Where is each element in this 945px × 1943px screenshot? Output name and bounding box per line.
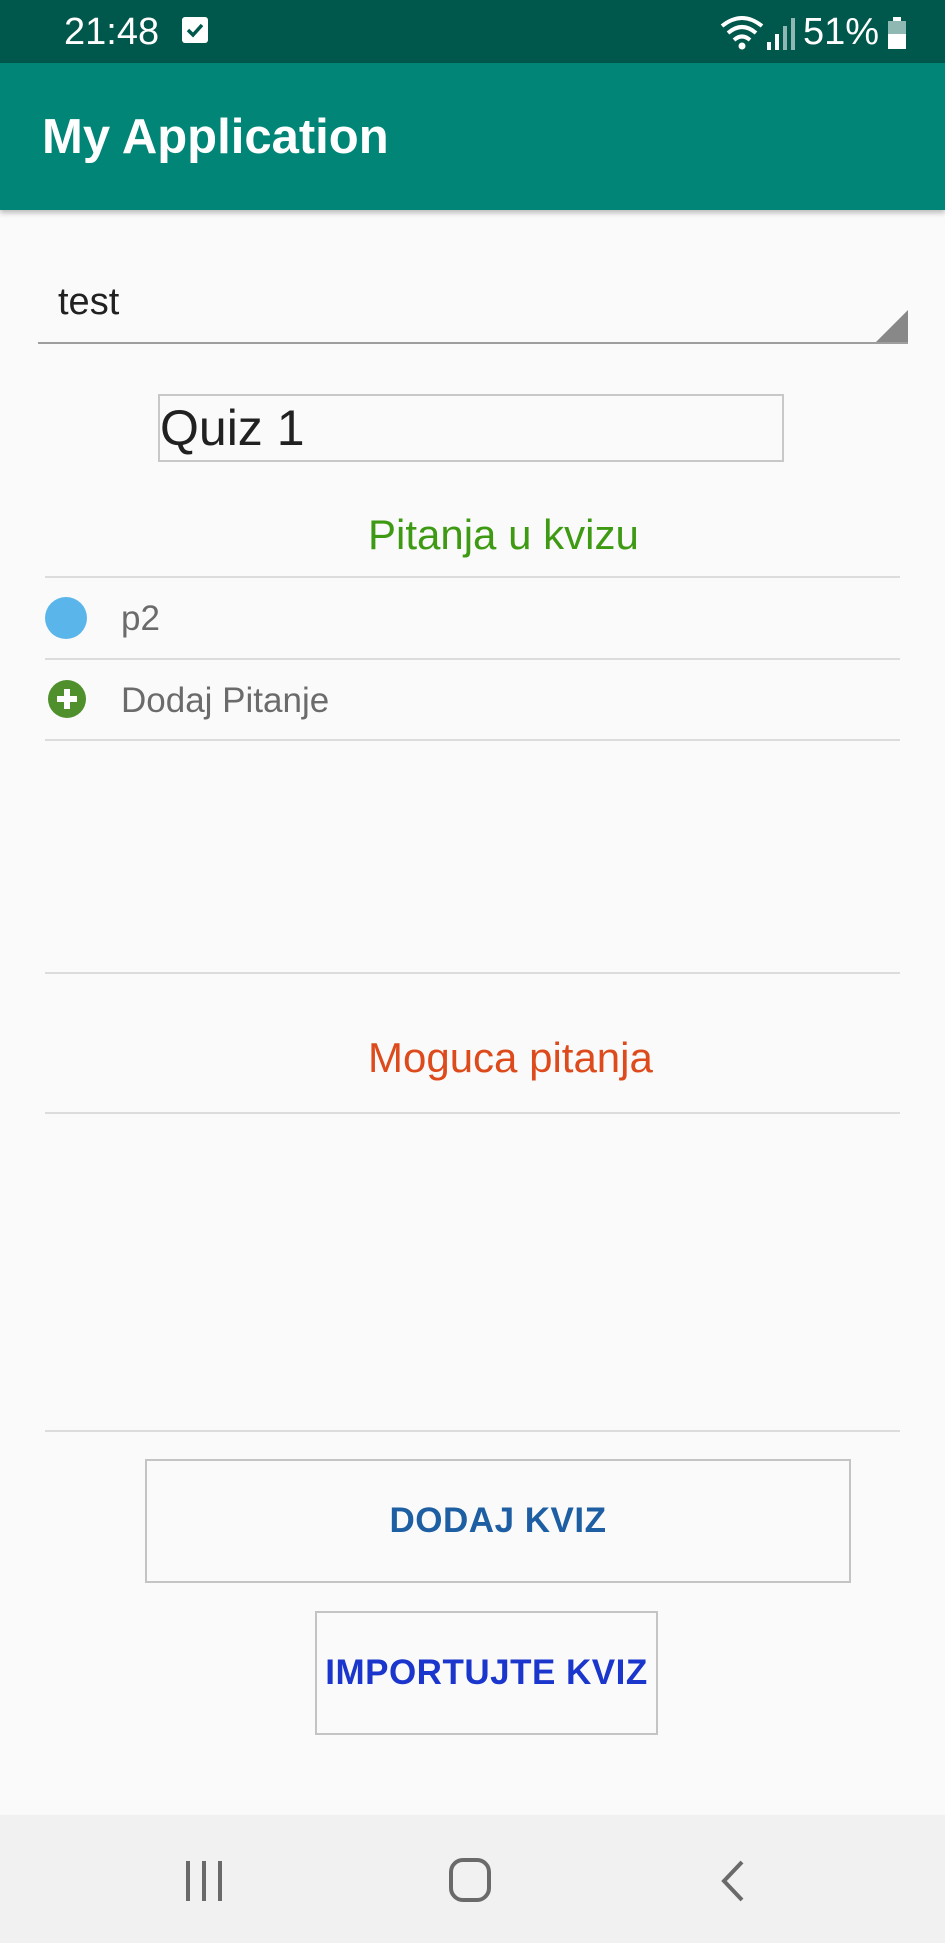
import-quiz-button[interactable]: IMPORTUJTE KVIZ	[315, 1611, 658, 1735]
app-bar: My Application	[0, 63, 945, 210]
divider	[45, 576, 900, 578]
signal-icon	[767, 16, 795, 55]
battery-percent: 51%	[803, 11, 880, 53]
question-label: p2	[121, 599, 160, 638]
dropdown-arrow-icon	[876, 310, 908, 342]
list-item[interactable]: p2	[45, 579, 900, 659]
recent-apps-icon[interactable]	[184, 1859, 224, 1908]
navigation-bar	[0, 1815, 945, 1943]
home-icon[interactable]	[448, 1857, 492, 1908]
possible-questions-title: Moguca pitanja	[368, 1034, 653, 1081]
wifi-icon	[720, 14, 764, 55]
check-square-icon	[182, 17, 208, 43]
battery-icon	[887, 17, 906, 49]
divider	[45, 1112, 900, 1114]
blue-dot-icon	[45, 597, 87, 639]
divider	[45, 972, 900, 974]
quiz-name-field[interactable]: Quiz 1	[158, 394, 784, 462]
divider	[45, 658, 900, 660]
back-icon[interactable]	[718, 1859, 748, 1908]
add-question-label: Dodaj Pitanje	[121, 681, 330, 720]
category-spinner[interactable]: test	[38, 270, 908, 344]
plus-circle-icon	[47, 679, 87, 724]
spinner-selected-value: test	[58, 281, 120, 323]
quiz-name-value: Quiz 1	[160, 400, 305, 456]
divider	[45, 739, 900, 741]
status-time: 21:48	[64, 11, 160, 53]
add-quiz-button[interactable]: DODAJ KVIZ	[145, 1459, 851, 1583]
add-question-item[interactable]: Dodaj Pitanje	[45, 661, 900, 741]
divider	[45, 1430, 900, 1432]
status-bar: 21:48 51%	[0, 0, 945, 63]
questions-section-title: Pitanja u kvizu	[368, 511, 639, 558]
app-title: My Application	[42, 110, 389, 164]
